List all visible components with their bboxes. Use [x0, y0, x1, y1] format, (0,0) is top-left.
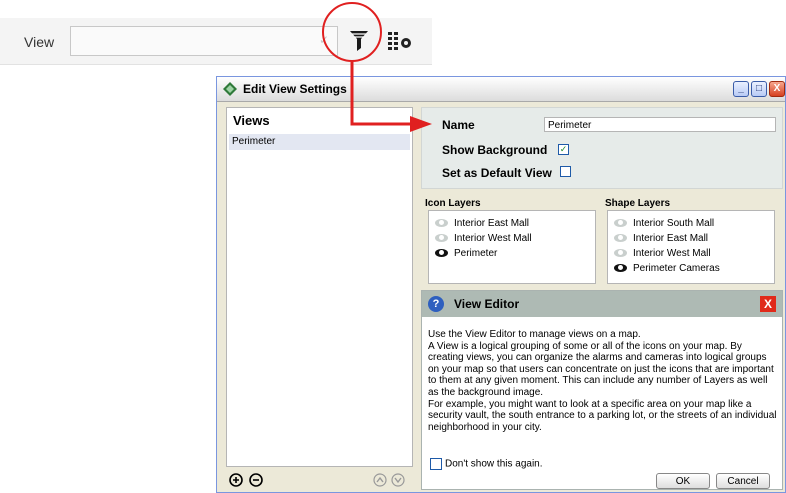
icon-layers-list[interactable]: Interior East Mall Interior West Mall Pe… — [428, 210, 596, 284]
dialog-title: Edit View Settings — [243, 82, 347, 96]
move-up-icon[interactable] — [373, 473, 387, 487]
move-down-icon[interactable] — [391, 473, 405, 487]
remove-view-icon[interactable] — [249, 473, 263, 487]
icon-layer-row[interactable]: Perimeter — [435, 247, 497, 261]
shape-layer-row[interactable]: Interior South Mall — [614, 217, 714, 231]
icon-layer-row[interactable]: Interior West Mall — [435, 232, 532, 246]
name-label: Name — [442, 118, 475, 132]
view-editor-help-panel: ? View Editor X Use the View Editor to m… — [421, 290, 783, 490]
default-view-checkbox[interactable] — [560, 166, 571, 177]
eye-icon[interactable] — [435, 249, 448, 258]
views-header: Views — [233, 113, 270, 128]
eye-icon[interactable] — [435, 234, 448, 243]
view-editor-text: Use the View Editor to manage views on a… — [428, 329, 780, 433]
shape-layer-row[interactable]: Interior East Mall — [614, 232, 708, 246]
view-editor-titlebar: ? View Editor X — [422, 291, 782, 317]
show-background-label: Show Background — [442, 143, 548, 157]
close-button[interactable]: X — [769, 81, 785, 97]
help-paragraph: For example, you might want to look at a… — [428, 398, 777, 433]
dont-show-checkbox[interactable] — [430, 458, 442, 470]
name-field[interactable]: Perimeter — [544, 117, 776, 132]
help-icon: ? — [428, 296, 444, 312]
eye-icon[interactable] — [614, 234, 627, 243]
dont-show-label: Don't show this again. — [445, 458, 543, 470]
dont-show-again-option[interactable]: Don't show this again. — [430, 458, 543, 471]
ok-button[interactable]: OK — [656, 473, 710, 489]
shape-layers-header: Shape Layers — [605, 198, 671, 209]
icon-layers-header: Icon Layers — [425, 198, 481, 209]
shape-layers-list[interactable]: Interior South Mall Interior East Mall I… — [607, 210, 775, 284]
view-settings-panel: Name Perimeter Show Background ✓ Set as … — [421, 107, 783, 189]
highlight-circle — [322, 2, 382, 62]
edit-view-settings-dialog: Edit View Settings _ □ X Views Perimeter… — [216, 76, 786, 493]
cancel-button[interactable]: Cancel — [716, 473, 770, 489]
help-close-button[interactable]: X — [760, 296, 776, 312]
icon-layer-row[interactable]: Interior East Mall — [435, 217, 529, 231]
shape-layer-row[interactable]: Interior West Mall — [614, 247, 711, 261]
views-panel: Views Perimeter — [226, 107, 413, 467]
app-diamond-icon — [223, 82, 237, 96]
help-paragraph: A View is a logical grouping of some or … — [428, 340, 774, 398]
minimize-button[interactable]: _ — [733, 81, 749, 97]
shape-layer-row[interactable]: Perimeter Cameras — [614, 262, 720, 276]
layers-settings-icon[interactable] — [386, 30, 414, 52]
dialog-titlebar[interactable]: Edit View Settings _ □ X — [217, 77, 785, 102]
view-select[interactable]: ✓ — [70, 26, 338, 56]
view-label: View — [24, 34, 55, 50]
eye-icon[interactable] — [435, 219, 448, 228]
add-view-icon[interactable] — [229, 473, 243, 487]
maximize-button[interactable]: □ — [751, 81, 767, 97]
eye-icon[interactable] — [614, 219, 627, 228]
list-item[interactable]: Perimeter — [229, 134, 410, 150]
eye-icon[interactable] — [614, 264, 627, 273]
help-paragraph: Use the View Editor to manage views on a… — [428, 329, 641, 340]
show-background-checkbox[interactable]: ✓ — [558, 144, 569, 155]
default-view-label: Set as Default View — [442, 166, 552, 180]
view-editor-title: View Editor — [454, 297, 520, 311]
eye-icon[interactable] — [614, 249, 627, 258]
